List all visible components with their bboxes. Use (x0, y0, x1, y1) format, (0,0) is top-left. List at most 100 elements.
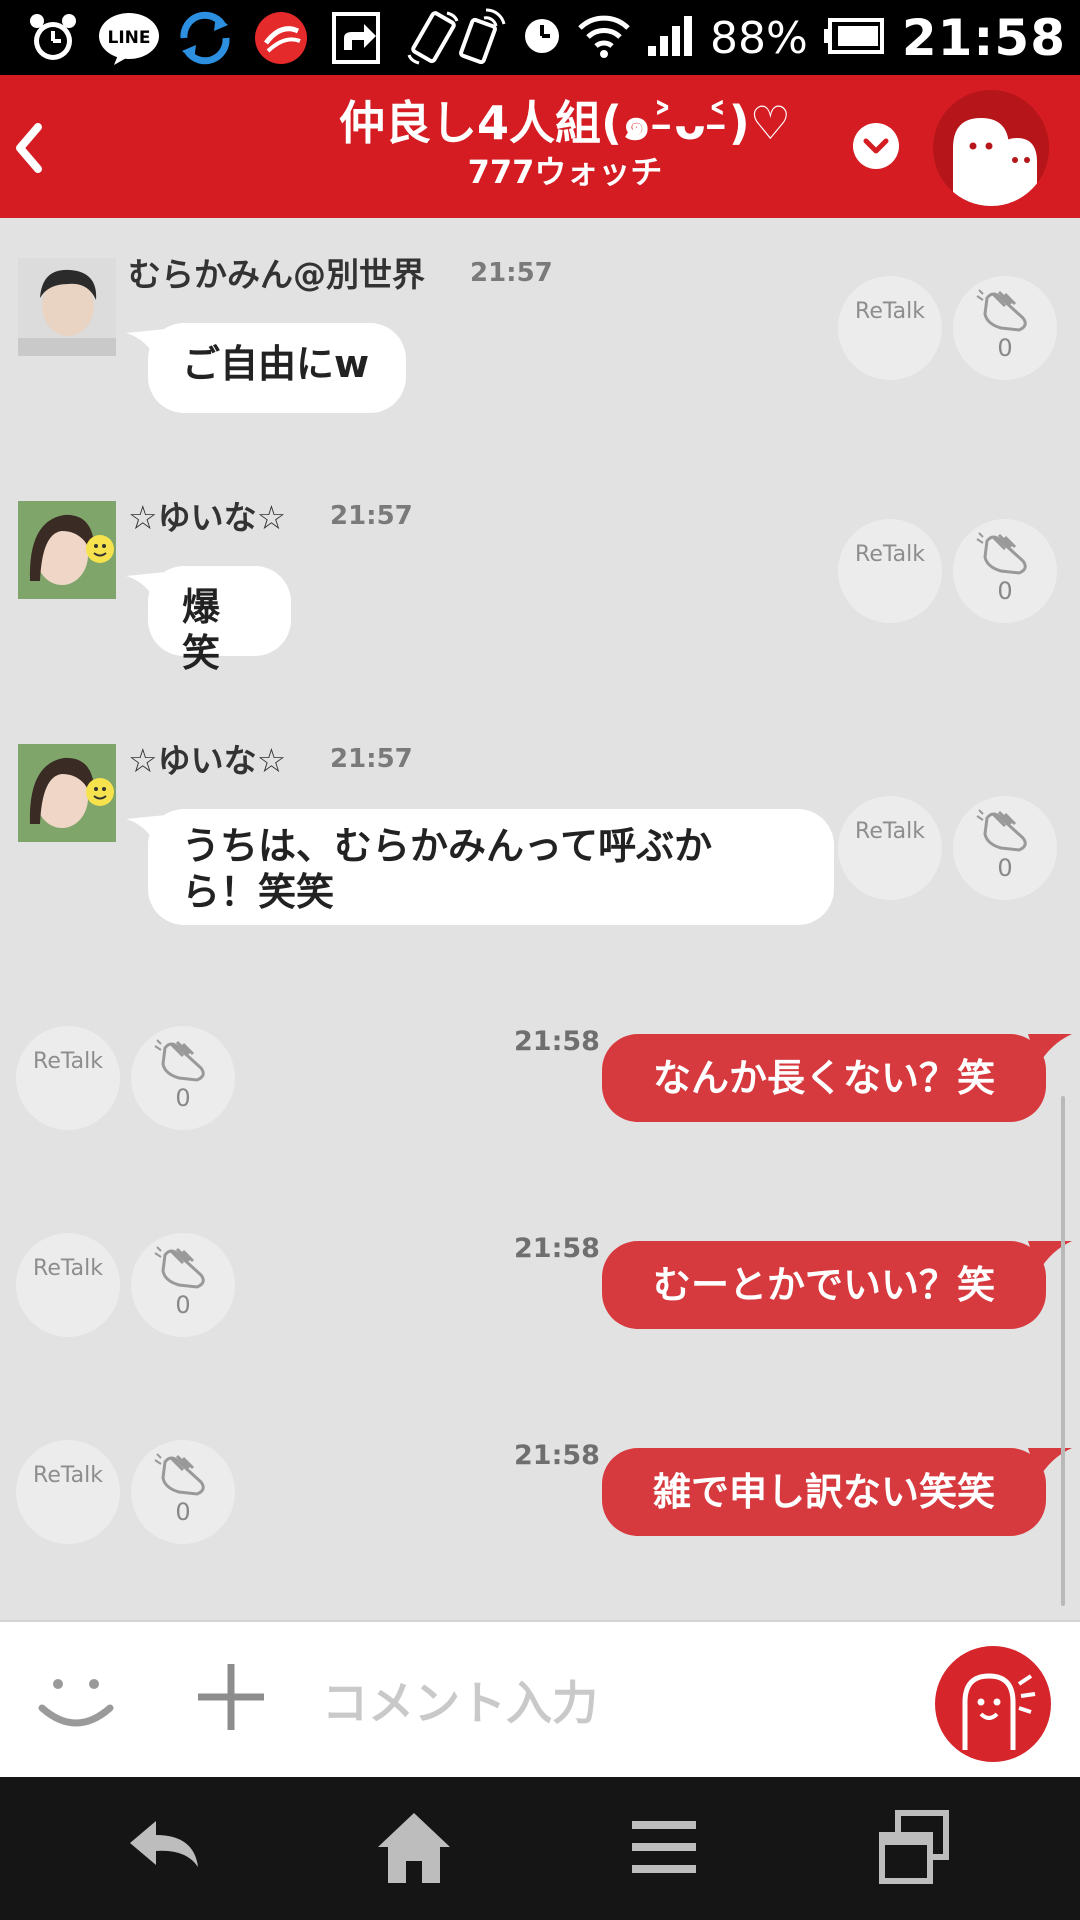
battery-icon (823, 18, 886, 58)
retalk-button[interactable]: ReTalk (838, 276, 942, 380)
group-avatar[interactable] (933, 90, 1049, 206)
clap-count: 0 (175, 1498, 191, 1526)
clap-icon (154, 1039, 205, 1082)
status-bar: LINE 88% 21:58 (0, 0, 1080, 75)
notification-icons: LINE (22, 8, 464, 68)
alarm-icon (22, 9, 84, 67)
recent-apps-icon (879, 1810, 949, 1884)
clap-count: 0 (175, 1084, 191, 1112)
retalk-button[interactable]: ReTalk (838, 519, 942, 623)
clap-icon (154, 1246, 205, 1289)
message-bubble[interactable]: なんか長くない？笑 (602, 1034, 1072, 1122)
sender-name: ☆ゆいな☆ (128, 741, 287, 780)
dropdown-button[interactable] (853, 123, 899, 169)
clap-button[interactable]: 0 (953, 796, 1057, 900)
bubble-tail (126, 572, 166, 602)
message-outgoing: ReTalk 0 21:58 むーとかでいい？笑 (0, 1233, 1080, 1343)
sender-name: ☆ゆいな☆ (128, 498, 287, 537)
nav-home-button[interactable] (374, 1807, 454, 1887)
nav-back-button[interactable] (124, 1807, 204, 1887)
bubble-tail (126, 815, 166, 845)
message-outgoing: ReTalk 0 21:58 なんか長くない？笑 (0, 1026, 1080, 1136)
navigation-bar (0, 1777, 1080, 1920)
clap-button[interactable]: 0 (131, 1233, 235, 1337)
message-text: 爆笑 (182, 585, 221, 675)
clap-button[interactable]: 0 (131, 1026, 235, 1130)
clock-icon (522, 16, 562, 60)
share-icon (326, 9, 388, 67)
avatar[interactable] (18, 501, 116, 599)
retalk-button[interactable]: ReTalk (16, 1440, 120, 1544)
signal-icon (646, 14, 694, 62)
avatar[interactable] (18, 744, 116, 842)
rotate-icon (402, 9, 464, 67)
speaking-mascot-icon (962, 1673, 1036, 1750)
bubble-tail (1028, 1241, 1072, 1273)
bubble-tail (126, 329, 166, 359)
bubble-tail (1028, 1034, 1072, 1066)
message-text: ご自由にw (182, 342, 370, 386)
message-time: 21:57 (330, 744, 413, 774)
message-bubble[interactable]: 爆笑 (126, 566, 291, 675)
comment-input[interactable] (320, 1662, 924, 1744)
sender-name: むらかみん@別世界 (128, 255, 425, 294)
clap-icon (976, 809, 1027, 852)
message-incoming: むらかみん@別世界 21:57 ご自由にw ReTalk 0 (0, 218, 1080, 418)
clap-icon (154, 1453, 205, 1496)
retalk-button[interactable]: ReTalk (838, 796, 942, 900)
battery-percent: 88% (710, 12, 808, 64)
avatar[interactable] (18, 258, 116, 356)
input-bar (0, 1620, 1080, 1777)
security-icon (250, 9, 312, 67)
nav-menu-button[interactable] (624, 1807, 704, 1887)
message-time: 21:57 (470, 258, 553, 288)
message-time: 21:58 (514, 1026, 600, 1057)
smiley-icon (38, 1679, 114, 1727)
message-bubble[interactable]: うちは、むらかみんって呼ぶから！笑笑 (126, 809, 834, 925)
message-bubble[interactable]: むーとかでいい？笑 (602, 1241, 1072, 1329)
clap-icon (976, 532, 1027, 575)
back-arrow-icon (130, 1821, 198, 1867)
message-time: 21:58 (514, 1440, 600, 1471)
message-text: 雑で申し訳ない笑笑 (652, 1470, 995, 1514)
retalk-button[interactable]: ReTalk (16, 1233, 120, 1337)
clap-count: 0 (175, 1291, 191, 1319)
emoji-button[interactable] (36, 1662, 116, 1742)
line-badge-text: LINE (108, 28, 151, 48)
nav-recents-button[interactable] (874, 1807, 954, 1887)
scrollbar[interactable] (1061, 1096, 1065, 1606)
wifi-icon (578, 14, 630, 62)
chat-area[interactable]: むらかみん@別世界 21:57 ご自由にw ReTalk 0 ☆ゆいな☆ 21:… (0, 218, 1080, 1620)
ghost-mascot-icon (953, 118, 1037, 206)
retalk-button[interactable]: ReTalk (16, 1026, 120, 1130)
message-incoming: ☆ゆいな☆ 21:57 爆笑 ReTalk 0 (0, 461, 1080, 675)
message-bubble[interactable]: 雑で申し訳ない笑笑 (602, 1448, 1072, 1536)
clap-count: 0 (997, 334, 1013, 362)
add-attachment-button[interactable] (196, 1662, 266, 1732)
clap-count: 0 (997, 854, 1013, 882)
group-subtitle: 777ウォッチ (467, 153, 663, 191)
chat-header: 仲良し4人組(๑˃̵ᴗ˂̵)♡ 777ウォッチ (0, 75, 1080, 218)
message-bubble[interactable]: ご自由にw (126, 323, 406, 413)
home-icon (378, 1813, 450, 1883)
send-button[interactable] (935, 1646, 1051, 1762)
menu-icon (632, 1821, 696, 1873)
clap-button[interactable]: 0 (953, 519, 1057, 623)
clap-count: 0 (997, 577, 1013, 605)
message-text: うちは、むらかみんって呼ぶから！笑笑 (182, 824, 713, 914)
message-time: 21:57 (330, 501, 413, 531)
line-icon: LINE (98, 9, 160, 67)
system-tray: 88% 21:58 (456, 6, 1066, 70)
sync-icon (174, 9, 236, 67)
message-text: なんか長くない？笑 (652, 1056, 995, 1100)
clap-button[interactable]: 0 (131, 1440, 235, 1544)
clap-button[interactable]: 0 (953, 276, 1057, 380)
chevron-left-icon (16, 123, 42, 173)
message-text: むーとかでいい？笑 (652, 1263, 995, 1307)
message-incoming: ☆ゆいな☆ 21:57 うちは、むらかみんって呼ぶから！笑笑 ReTalk 0 (0, 704, 1080, 944)
chevron-down-icon (863, 138, 889, 154)
message-time: 21:58 (514, 1233, 600, 1264)
message-outgoing: ReTalk 0 21:58 雑で申し訳ない笑笑 (0, 1440, 1080, 1550)
back-button[interactable] (8, 115, 52, 181)
nfc-icon (456, 8, 506, 68)
